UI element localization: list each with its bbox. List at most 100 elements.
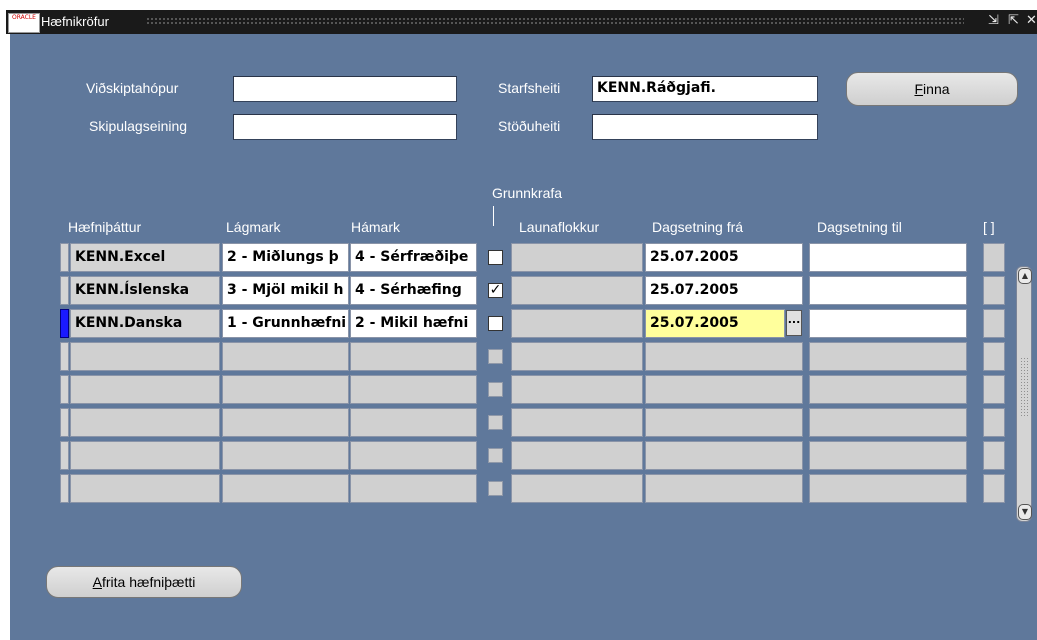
row-indicator[interactable] bbox=[60, 243, 69, 272]
max-level-header: Hámark bbox=[351, 219, 401, 235]
grade-cell bbox=[511, 441, 643, 470]
grade-cell bbox=[511, 408, 643, 437]
competency-cell[interactable] bbox=[70, 441, 220, 470]
flexfield-cell[interactable] bbox=[983, 375, 1005, 404]
date-to-cell[interactable] bbox=[809, 342, 967, 371]
min-level-cell[interactable]: 1 - Grunnhæfni bbox=[222, 309, 349, 338]
oracle-logo: ORACLE bbox=[8, 13, 40, 33]
title-bar[interactable]: ORACLE Hæfnikröfur ⇲ ⇱ ✕ bbox=[6, 10, 1037, 34]
min-level-cell[interactable]: 3 - Mjöl mikil h bbox=[222, 276, 349, 305]
date-to-cell[interactable] bbox=[809, 243, 967, 272]
date-from-cell[interactable]: 25.07.2005 bbox=[645, 243, 803, 272]
essential-checkbox bbox=[488, 349, 503, 364]
row-indicator[interactable] bbox=[60, 342, 69, 371]
row-indicator[interactable] bbox=[60, 276, 69, 305]
organization-label: Skipulagseining bbox=[89, 118, 188, 134]
min-level-cell[interactable] bbox=[222, 375, 349, 404]
flexfield-cell[interactable] bbox=[983, 309, 1005, 338]
business-group-field[interactable] bbox=[233, 76, 457, 102]
min-level-cell[interactable] bbox=[222, 441, 349, 470]
job-field[interactable]: KENN.Ráðgjafi. bbox=[592, 76, 818, 102]
date-to-header: Dagsetning til bbox=[817, 219, 902, 235]
organization-field[interactable] bbox=[233, 114, 457, 140]
scroll-thumb-grip[interactable] bbox=[1020, 357, 1028, 417]
max-level-cell[interactable] bbox=[350, 342, 477, 371]
minimize-icon[interactable]: ⇲ bbox=[988, 13, 999, 28]
competency-cell[interactable] bbox=[70, 408, 220, 437]
flexfield-cell[interactable] bbox=[983, 474, 1005, 503]
min-level-cell[interactable]: 2 - Miðlungs þ bbox=[222, 243, 349, 272]
flexfield-cell[interactable] bbox=[983, 342, 1005, 371]
close-icon[interactable]: ✕ bbox=[1026, 13, 1037, 28]
competency-cell[interactable] bbox=[70, 375, 220, 404]
title-bar-grip bbox=[146, 17, 964, 26]
date-from-header: Dagsetning frá bbox=[652, 219, 744, 235]
max-level-cell[interactable] bbox=[350, 408, 477, 437]
essential-checkbox bbox=[488, 448, 503, 463]
essential-header-divider bbox=[493, 206, 494, 226]
date-from-cell[interactable]: 25.07.2005 bbox=[645, 276, 803, 305]
essential-checkbox bbox=[488, 481, 503, 496]
copy-mnemonic: A bbox=[92, 574, 102, 590]
find-button[interactable]: Finna bbox=[846, 72, 1018, 106]
maximize-icon[interactable]: ⇱ bbox=[1008, 13, 1019, 28]
business-group-label: Viðskiptahópur bbox=[86, 80, 179, 96]
grade-cell bbox=[511, 243, 643, 272]
date-picker-button[interactable]: ... bbox=[786, 310, 802, 336]
date-to-cell[interactable] bbox=[809, 408, 967, 437]
max-level-cell[interactable] bbox=[350, 441, 477, 470]
essential-checkbox bbox=[488, 382, 503, 397]
row-indicator[interactable] bbox=[60, 375, 69, 404]
date-from-cell[interactable] bbox=[645, 375, 803, 404]
essential-header: Grunnkrafa bbox=[492, 185, 563, 201]
date-from-cell[interactable]: 25.07.2005 bbox=[645, 309, 785, 338]
grade-cell bbox=[511, 276, 643, 305]
row-indicator[interactable] bbox=[60, 408, 69, 437]
date-from-cell[interactable] bbox=[645, 342, 803, 371]
max-level-cell[interactable] bbox=[350, 375, 477, 404]
essential-checkbox[interactable] bbox=[488, 316, 503, 331]
max-level-cell[interactable]: 4 - Sérfræðiþe bbox=[350, 243, 477, 272]
position-label: Stöðuheiti bbox=[498, 118, 561, 134]
date-from-cell[interactable] bbox=[645, 441, 803, 470]
date-to-cell[interactable] bbox=[809, 375, 967, 404]
date-to-cell[interactable] bbox=[809, 474, 967, 503]
row-indicator[interactable] bbox=[60, 441, 69, 470]
scroll-up-icon[interactable]: ▲ bbox=[1018, 268, 1032, 284]
find-mnemonic: F bbox=[914, 81, 924, 97]
job-label: Starfsheiti bbox=[498, 80, 561, 96]
date-from-cell[interactable] bbox=[645, 474, 803, 503]
min-level-cell[interactable] bbox=[222, 408, 349, 437]
grade-cell bbox=[511, 474, 643, 503]
flexfield-cell[interactable] bbox=[983, 243, 1005, 272]
max-level-cell[interactable] bbox=[350, 474, 477, 503]
vertical-scrollbar[interactable]: ▲ ▼ bbox=[1016, 266, 1032, 522]
min-level-cell[interactable] bbox=[222, 474, 349, 503]
flexfield-cell[interactable] bbox=[983, 441, 1005, 470]
date-to-cell[interactable] bbox=[809, 441, 967, 470]
max-level-cell[interactable]: 2 - Mikil hæfni bbox=[350, 309, 477, 338]
competency-cell[interactable] bbox=[70, 474, 220, 503]
flexfield-cell[interactable] bbox=[983, 408, 1005, 437]
scroll-down-icon[interactable]: ▼ bbox=[1018, 504, 1032, 520]
competency-cell[interactable] bbox=[70, 342, 220, 371]
row-indicator[interactable] bbox=[60, 309, 69, 338]
competency-cell[interactable]: KENN.Danska bbox=[70, 309, 220, 338]
date-to-cell[interactable] bbox=[809, 309, 967, 338]
row-indicator[interactable] bbox=[60, 474, 69, 503]
min-level-cell[interactable] bbox=[222, 342, 349, 371]
window: ORACLE Hæfnikröfur ⇲ ⇱ ✕ Viðskiptahópur … bbox=[6, 10, 1037, 640]
flexfield-cell[interactable] bbox=[983, 276, 1005, 305]
date-to-cell[interactable] bbox=[809, 276, 967, 305]
find-label: inna bbox=[923, 81, 950, 97]
max-level-cell[interactable]: 4 - Sérhæfing bbox=[350, 276, 477, 305]
copy-competencies-button[interactable]: Afrita hæfniþætti bbox=[46, 566, 242, 598]
competency-cell[interactable]: KENN.Íslenska bbox=[70, 276, 220, 305]
position-field[interactable] bbox=[592, 114, 818, 140]
date-from-cell[interactable] bbox=[645, 408, 803, 437]
essential-checkbox[interactable] bbox=[488, 250, 503, 265]
competency-cell[interactable]: KENN.Excel bbox=[70, 243, 220, 272]
essential-checkbox[interactable]: ✓ bbox=[488, 283, 503, 298]
copy-label: frita hæfniþætti bbox=[101, 574, 196, 590]
flexfield-header: [ ] bbox=[983, 219, 995, 235]
